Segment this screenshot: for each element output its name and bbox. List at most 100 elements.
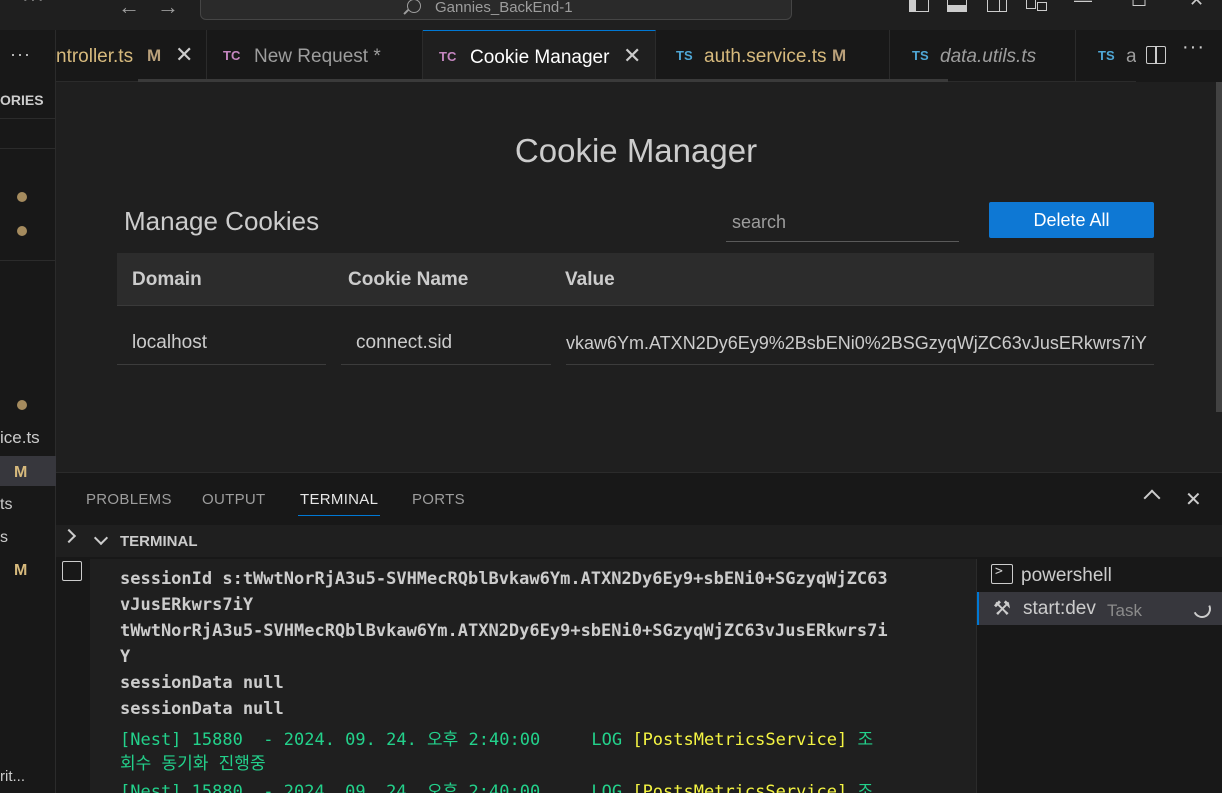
customize-layout-icon[interactable] [1026,0,1047,12]
log-suffix: 조 [847,782,874,793]
tab-problems[interactable]: PROBLEMS [86,491,172,508]
terminal-line: tWwtNorRjA3u5-SVHMecRQblBvkaw6Ym.ATXN2Dy… [120,621,888,641]
tab-auth-service[interactable]: TS auth.service.ts M [656,30,890,82]
git-status-dot [17,192,27,202]
log-prefix: [Nest] 15880 - 2024. 09. 24. 오후 2:40:00 … [120,782,633,793]
section-title: Manage Cookies [124,206,320,236]
tab-terminal[interactable]: TERMINAL [300,491,378,508]
delete-all-button[interactable]: Delete All [989,202,1154,238]
sidebar-selected-row[interactable] [0,456,56,486]
terminal-line: sessionData null [120,699,284,719]
editor-actions: ··· [1136,30,1222,82]
terminal-line: [Nest] 15880 - 2024. 09. 24. 오후 2:40:00 … [120,725,873,750]
sidebar-file-item[interactable]: ts [0,496,12,514]
chevron-down-icon[interactable] [93,530,109,546]
terminal-section-label: TERMINAL [120,533,198,550]
close-panel-icon[interactable]: ✕ [1185,487,1202,512]
toggle-primary-sidebar-icon[interactable] [909,0,929,12]
thunder-client-icon: TC [223,48,241,63]
forward-arrow-icon[interactable]: → [157,0,179,20]
sidebar-file-item[interactable]: rit... [0,768,25,785]
modified-badge: M [14,464,28,481]
log-context: [PostsMetricsService] [632,782,848,793]
terminal-line: sessionId s:tWwtNorRjA3u5-SVHMecRQblBvka… [120,569,888,589]
thunder-client-icon: TC [439,49,457,64]
sidebar-more-icon[interactable]: ··· [10,44,31,65]
command-center-label: Gannies_BackEnd-1 [435,0,573,16]
table-header: Domain Cookie Name Value [117,253,1154,306]
split-editor-icon[interactable] [1146,46,1166,64]
tab-data-utils[interactable]: TS data.utils.ts [890,30,1076,82]
search-icon [407,0,421,13]
title-bar: ··· ← → Gannies_BackEnd-1 — ☐ ✕ [0,0,1222,30]
tab-label: a [1126,46,1137,67]
tab-new-request[interactable]: TC New Request * [207,30,423,82]
toggle-secondary-sidebar-icon[interactable] [987,0,1007,12]
terminal-item-start-dev[interactable]: ⚒ start:dev Task [977,592,1222,625]
divider [0,260,56,261]
log-suffix: 조 [847,730,874,750]
back-arrow-icon[interactable]: ← [118,0,140,20]
close-window-icon[interactable]: ✕ [1189,0,1204,11]
search-input[interactable] [726,204,959,242]
modified-badge: M [832,46,847,65]
minimize-icon[interactable]: — [1074,0,1092,11]
menu-more-icon[interactable]: ··· [22,0,45,11]
git-status-dot [17,400,27,410]
tools-icon: ⚒ [993,598,1011,620]
cookie-value-cell[interactable]: vkaw6Ym.ATXN2Dy6Ey9%2BsbENi0%2BSGzyqWjZC… [566,330,1154,365]
sidebar-file-item[interactable]: ice.ts [0,428,40,448]
cookie-name-cell[interactable]: connect.sid [341,330,551,365]
terminal-line: 회수 동기화 진행중 [120,754,266,774]
terminal-icon [991,564,1013,584]
bottom-panel: PROBLEMS OUTPUT TERMINAL PORTS ✕ TERMINA… [56,472,1222,793]
editor-tab-bar: ntroller.ts M ✕ TC New Request * TC Cook… [56,30,1222,83]
maximize-icon[interactable]: ☐ [1131,0,1147,11]
more-actions-icon[interactable]: ··· [1182,36,1205,59]
terminal-line: [Nest] 15880 - 2024. 09. 24. 오후 2:40:00 … [120,777,873,793]
page-title: Cookie Manager [514,132,758,169]
typescript-icon: TS [912,48,929,63]
terminal-launch-icon[interactable] [62,561,82,581]
explorer-sidebar: ··· ORIES ice.ts M ts s M rit... [0,30,56,793]
tab-cookie-manager[interactable]: TC Cookie Manager ✕ [423,30,656,83]
command-center[interactable]: Gannies_BackEnd-1 [200,0,792,20]
tab-label: data.utils.ts [940,46,1037,67]
tab-label: ntroller.ts [56,46,134,67]
tab-output[interactable]: OUTPUT [202,491,265,508]
tab-ports[interactable]: PORTS [412,491,465,508]
tab-label: Cookie Manager [470,47,610,68]
modified-badge: M [147,46,162,65]
log-prefix: [Nest] 15880 - 2024. 09. 24. 오후 2:40:00 … [120,730,633,750]
typescript-icon: TS [676,48,693,63]
terminal-item-type: Task [1107,601,1142,620]
maximize-panel-icon[interactable] [1143,489,1161,507]
terminal-line: Y [120,647,131,667]
column-header-domain: Domain [132,269,202,290]
terminal-item-label: start:dev [1023,598,1096,619]
tab-label: New Request * [254,46,381,67]
close-icon[interactable]: ✕ [623,43,641,69]
loading-spinner-icon [1190,597,1214,621]
terminal-section-header[interactable]: TERMINAL [56,525,1222,557]
editor-scrollbar[interactable] [1216,82,1222,412]
close-icon[interactable]: ✕ [175,42,193,68]
typescript-icon: TS [1098,48,1115,63]
sidebar-section-title: ORIES [0,92,44,108]
divider [0,148,56,149]
terminal-output[interactable]: sessionId s:tWwtNorRjA3u5-SVHMecRQblBvka… [90,559,976,793]
toggle-panel-icon[interactable] [947,0,967,12]
log-context: [PostsMetricsService] [632,730,848,750]
divider [0,118,56,119]
cookie-domain-cell[interactable]: localhost [117,330,326,365]
column-header-value: Value [565,269,615,290]
tab-label: auth.service.ts [704,46,827,67]
tab-controller[interactable]: ntroller.ts M ✕ [56,30,207,82]
sidebar-file-item[interactable]: s [0,529,8,547]
terminal-list: powershell ⚒ start:dev Task [976,559,1222,793]
column-header-cookie-name: Cookie Name [348,269,469,290]
cookie-manager-view: Cookie Manager Manage Cookies Delete All… [56,82,1222,472]
terminal-item-powershell[interactable]: powershell [977,559,1222,592]
modified-badge: M [14,562,28,579]
chevron-right-icon[interactable] [61,528,77,544]
